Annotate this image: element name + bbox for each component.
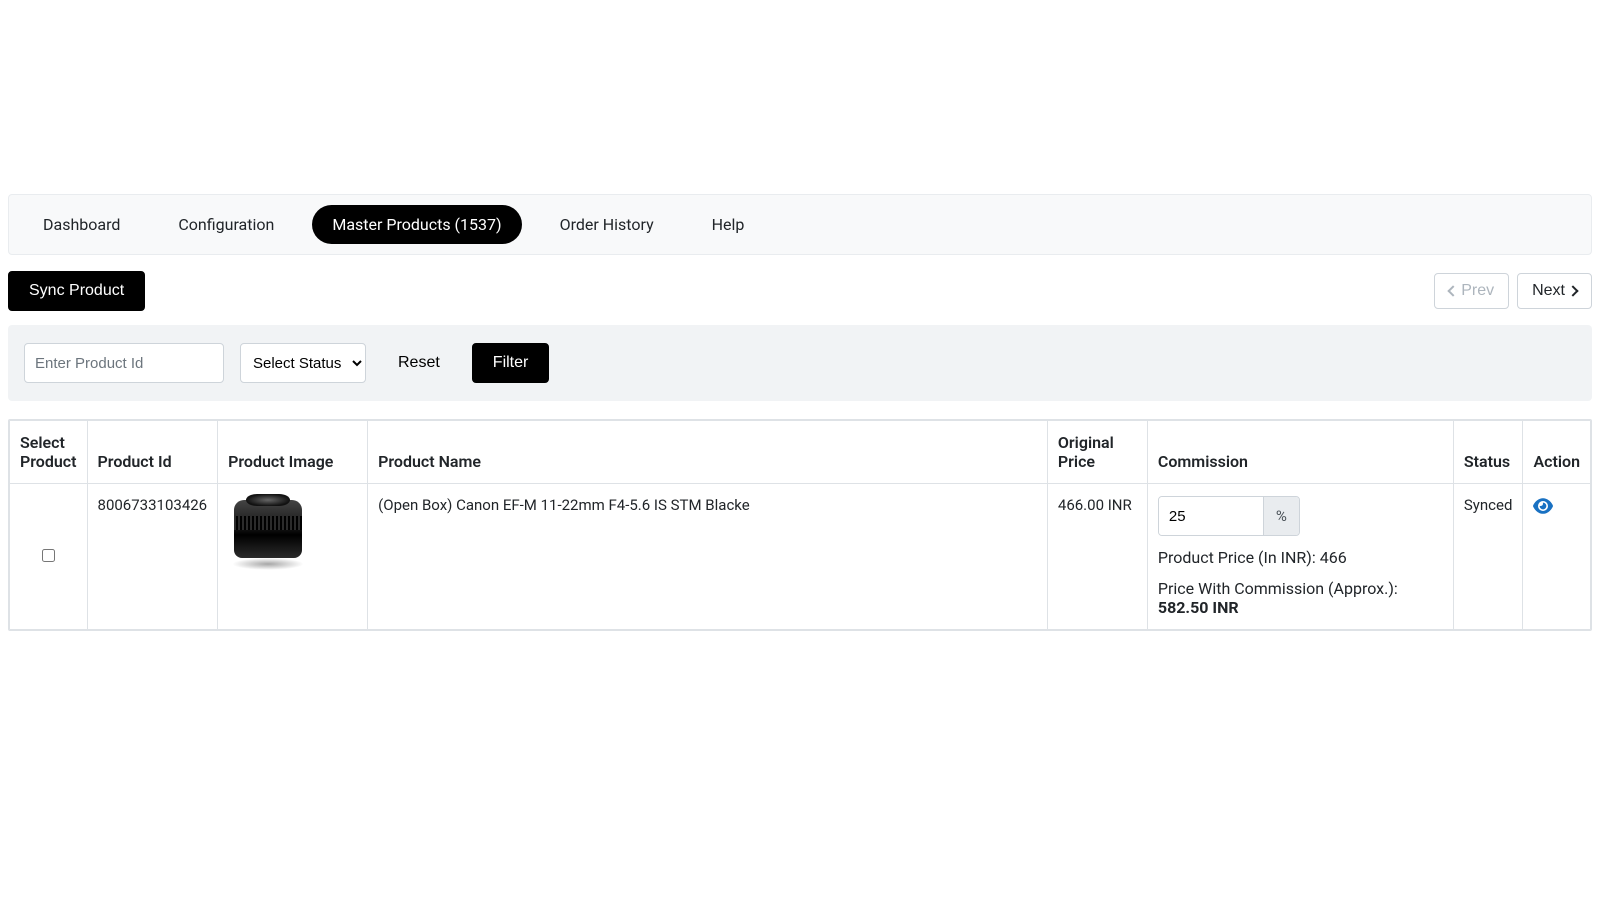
tab-order-history[interactable]: Order History	[540, 205, 674, 244]
cell-select	[10, 484, 88, 630]
next-label: Next	[1532, 282, 1565, 300]
view-icon[interactable]	[1533, 502, 1553, 520]
filter-button[interactable]: Filter	[472, 343, 550, 383]
cell-product-id: 8006733103426	[87, 484, 218, 630]
nav-bar: Dashboard Configuration Master Products …	[8, 194, 1592, 255]
chevron-right-icon	[1567, 285, 1578, 296]
sync-product-button[interactable]: Sync Product	[8, 271, 145, 311]
status-select[interactable]: Select Status	[240, 343, 366, 383]
tab-dashboard[interactable]: Dashboard	[23, 205, 140, 244]
prev-button[interactable]: Prev	[1434, 273, 1509, 309]
chevron-left-icon	[1448, 285, 1459, 296]
col-header-select: Select Product	[10, 421, 88, 484]
commission-input-group: %	[1158, 496, 1300, 536]
col-header-action: Action	[1523, 421, 1591, 484]
prev-label: Prev	[1461, 282, 1494, 300]
price-with-commission-value: 582.50 INR	[1158, 598, 1239, 617]
tab-help[interactable]: Help	[692, 205, 765, 244]
table-header-row: Select Product Product Id Product Image …	[10, 421, 1591, 484]
product-id-input[interactable]	[24, 343, 224, 383]
col-header-original-price: Original Price	[1047, 421, 1147, 484]
product-price-line: Product Price (In INR): 466	[1158, 548, 1443, 567]
price-with-commission-line: Price With Commission (Approx.): 582.50 …	[1158, 579, 1443, 617]
percent-label: %	[1263, 497, 1299, 535]
cell-commission: % Product Price (In INR): 466 Price With…	[1147, 484, 1453, 630]
next-button[interactable]: Next	[1517, 273, 1592, 309]
products-table: Select Product Product Id Product Image …	[8, 419, 1592, 631]
col-header-product-name: Product Name	[368, 421, 1048, 484]
product-image	[228, 496, 308, 570]
tab-master-products[interactable]: Master Products (1537)	[312, 205, 521, 244]
cell-product-image	[218, 484, 368, 630]
cell-action	[1523, 484, 1591, 630]
pager: Prev Next	[1434, 273, 1592, 309]
commission-percent-input[interactable]	[1159, 497, 1263, 535]
col-header-commission: Commission	[1147, 421, 1453, 484]
cell-status: Synced	[1453, 484, 1523, 630]
cell-original-price: 466.00 INR	[1047, 484, 1147, 630]
col-header-product-id: Product Id	[87, 421, 218, 484]
cell-product-name: (Open Box) Canon EF-M 11-22mm F4-5.6 IS …	[368, 484, 1048, 630]
table-row: 8006733103426 (Open Box) Canon EF-M 11-2…	[10, 484, 1591, 630]
filter-bar: Select Status Reset Filter	[8, 325, 1592, 401]
select-product-checkbox[interactable]	[42, 549, 55, 562]
col-header-product-image: Product Image	[218, 421, 368, 484]
tab-configuration[interactable]: Configuration	[158, 205, 294, 244]
reset-button[interactable]: Reset	[382, 344, 456, 382]
col-header-status: Status	[1453, 421, 1523, 484]
toolbar-row: Sync Product Prev Next	[8, 271, 1592, 311]
